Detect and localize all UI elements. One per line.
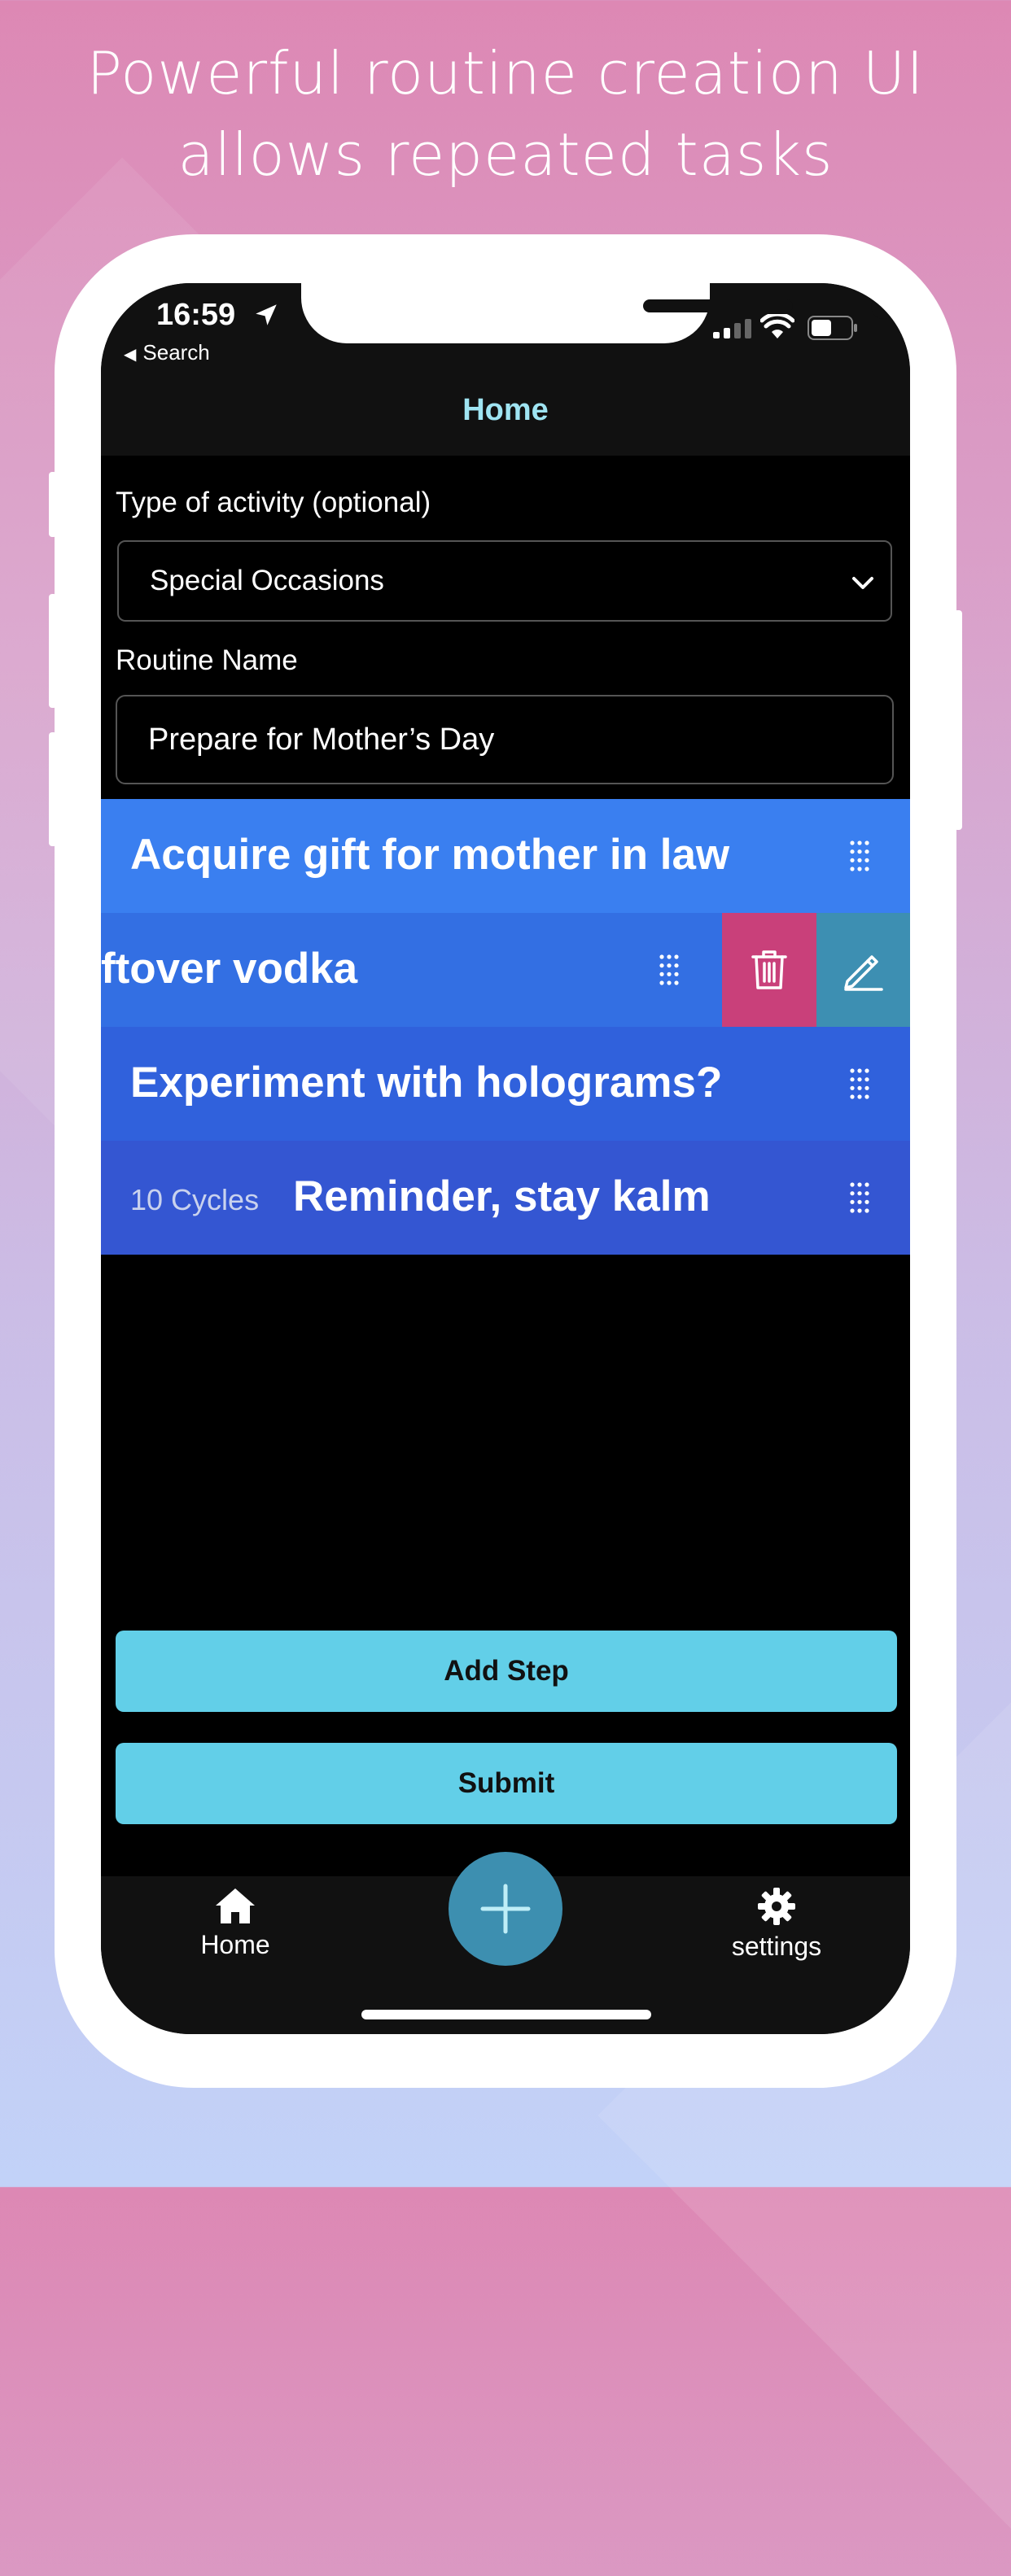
submit-button[interactable]: Submit xyxy=(116,1743,897,1824)
phone-side-button xyxy=(49,594,57,708)
wifi-icon xyxy=(760,314,794,338)
plus-icon xyxy=(480,1884,531,1934)
home-icon xyxy=(216,1888,255,1923)
pencil-icon xyxy=(843,955,883,991)
routine-name-input[interactable]: Prepare for Mother’s Day xyxy=(116,695,894,784)
front-camera xyxy=(871,295,895,319)
promo-headline-line1: Powerful routine creation UI xyxy=(86,39,925,107)
phone-side-button xyxy=(49,472,57,537)
location-arrow-icon xyxy=(256,304,277,325)
step-row-swiped[interactable]: ftover vodka xyxy=(101,913,910,1027)
home-indicator xyxy=(361,2010,651,2019)
back-arrow-icon: ◀ xyxy=(124,346,137,364)
routine-name-label: Routine Name xyxy=(116,644,298,676)
step-title: Reminder, stay kalm xyxy=(293,1172,711,1220)
step-title: Acquire gift for mother in law xyxy=(130,831,730,879)
tab-home[interactable]: Home xyxy=(190,1886,280,1960)
battery-icon xyxy=(807,316,857,340)
device-notch xyxy=(301,283,895,343)
activity-type-value: Special Occasions xyxy=(150,565,384,596)
step-row[interactable]: Acquire gift for mother in law xyxy=(101,799,910,913)
page-title: Home xyxy=(462,392,549,427)
edit-step-button[interactable] xyxy=(816,913,910,1027)
step-row[interactable]: Experiment with holograms? xyxy=(101,1027,910,1141)
back-search-label: Search xyxy=(142,340,210,365)
promo-headline: Powerful routine creation UI allows repe… xyxy=(0,33,1011,195)
tab-home-label: Home xyxy=(200,1930,270,1959)
add-step-button[interactable]: Add Step xyxy=(116,1631,897,1712)
delete-step-button[interactable] xyxy=(722,913,816,1027)
promo-headline-line2: allows repeated tasks xyxy=(177,120,834,189)
chevron-down-icon xyxy=(852,577,873,589)
cycles-count: 10 Cycles xyxy=(130,1183,260,1216)
drag-handle-icon[interactable] xyxy=(659,954,679,985)
activity-type-label: Type of activity (optional) xyxy=(116,487,431,518)
phone-screen: 16:59 ◀ Search Home Type of activity (op… xyxy=(101,283,910,2034)
add-routine-fab[interactable] xyxy=(449,1852,562,1966)
navigation-header: Home xyxy=(101,365,910,456)
back-to-search-link[interactable]: ◀ Search xyxy=(124,340,210,365)
drag-handle-icon[interactable] xyxy=(850,1068,869,1099)
phone-side-button xyxy=(954,610,962,830)
cellular-signal-icon xyxy=(713,319,751,338)
drag-handle-icon[interactable] xyxy=(850,840,869,871)
activity-type-select[interactable]: Special Occasions xyxy=(117,540,892,622)
speaker-grille xyxy=(643,299,793,312)
trash-icon xyxy=(751,950,787,989)
tab-settings-label: settings xyxy=(731,1932,822,1961)
drag-handle-icon[interactable] xyxy=(850,1182,869,1213)
phone-side-button xyxy=(49,732,57,846)
tab-settings[interactable]: settings xyxy=(720,1886,834,1962)
gear-icon xyxy=(758,1888,795,1925)
step-row[interactable]: 10 Cycles Reminder, stay kalm xyxy=(101,1141,910,1255)
step-title: ftover vodka xyxy=(101,945,358,993)
status-time: 16:59 xyxy=(156,298,236,332)
step-title: Experiment with holograms? xyxy=(130,1059,723,1107)
